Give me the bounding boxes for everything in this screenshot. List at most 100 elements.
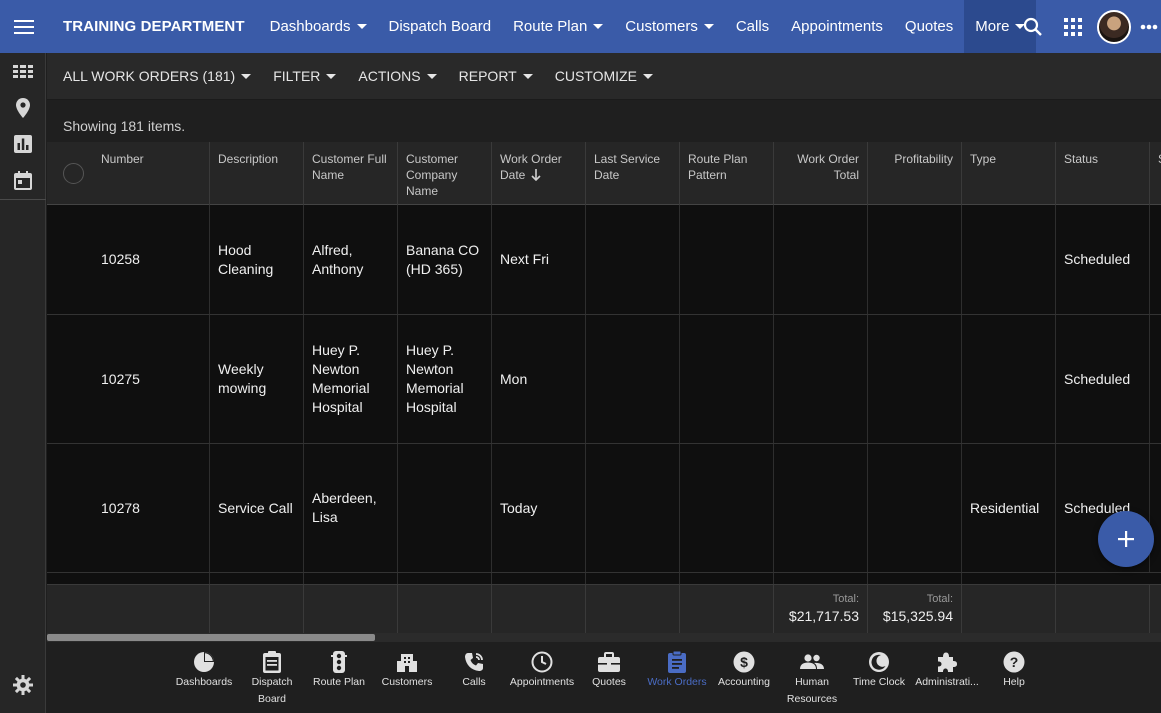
bottom-nav-calls[interactable]: Calls	[440, 650, 508, 691]
brand-title[interactable]: TRAINING DEPARTMENT	[63, 18, 245, 35]
column-header-customer-company-name[interactable]: Customer Company Name	[397, 142, 491, 205]
column-header-number[interactable]: Number	[93, 142, 209, 205]
nav-label: Customers	[625, 18, 698, 35]
traffic-light-icon	[305, 650, 373, 674]
apps-grid-icon[interactable]	[1053, 0, 1093, 53]
svg-text:?: ?	[1010, 654, 1019, 670]
work-order-toolbar: ALL WORK ORDERS (181) FILTER ACTIONS REP…	[47, 53, 1161, 100]
gear-icon[interactable]	[0, 667, 46, 703]
customize-label: CUSTOMIZE	[554, 68, 637, 84]
bottom-nav-label: Appointments	[509, 676, 575, 688]
column-header-type[interactable]: Type	[961, 142, 1055, 205]
report-button[interactable]: REPORT	[459, 68, 533, 84]
column-header-description[interactable]: Description	[209, 142, 303, 205]
bottom-nav-label: Time Clock	[852, 676, 906, 688]
horizontal-scrollbar[interactable]	[47, 633, 1161, 642]
cell-truncated	[1149, 444, 1161, 572]
bottom-nav-dispatch-board[interactable]: Dispatch Board	[238, 650, 306, 708]
bottom-nav-work-orders[interactable]: Work Orders	[643, 650, 711, 691]
nav-label: More	[975, 18, 1010, 35]
select-all-checkbox[interactable]	[63, 163, 84, 184]
help-icon: ?	[980, 650, 1048, 674]
table-row[interactable]: 10275 Weekly mowing Huey P. Newton Memor…	[47, 315, 1161, 444]
hamburger-menu-icon[interactable]	[0, 0, 47, 53]
nav-route-plan[interactable]: Route Plan	[502, 0, 614, 53]
cell-customer-full-name: Huey P. Newton Memorial Hospital	[303, 315, 397, 443]
search-icon[interactable]	[1013, 0, 1053, 53]
nav-customers[interactable]: Customers	[614, 0, 725, 53]
moon-clock-icon	[845, 650, 913, 674]
more-horizontal-icon[interactable]	[1137, 0, 1161, 53]
sort-descending-arrow-icon	[531, 169, 541, 182]
cell-type	[961, 315, 1055, 443]
calendar-icon[interactable]	[0, 162, 46, 198]
column-header-truncated[interactable]: S	[1149, 142, 1161, 205]
bottom-nav-route-plan[interactable]: Route Plan	[305, 650, 373, 691]
people-icon	[778, 650, 846, 674]
clipboard-icon	[238, 650, 306, 674]
nav-appointments[interactable]: Appointments	[780, 0, 894, 53]
bottom-nav-accounting[interactable]: $ Accounting	[710, 650, 778, 691]
column-header-work-order-total[interactable]: Work Order Total	[773, 142, 867, 205]
cell-number: 10278	[101, 499, 140, 516]
bottom-nav-appointments[interactable]: Appointments	[508, 650, 576, 691]
bar-chart-icon[interactable]	[0, 126, 46, 162]
table-body: 10258 Hood Cleaning Alfred, Anthony Bana…	[47, 205, 1161, 584]
caret-down-icon	[522, 73, 533, 79]
bottom-nav-administration[interactable]: Administrati...	[913, 650, 981, 691]
column-header-customer-full-name[interactable]: Customer Full Name	[303, 142, 397, 205]
column-label: Status	[1064, 152, 1099, 166]
nav-dashboards[interactable]: Dashboards	[259, 0, 378, 53]
column-header-work-order-date[interactable]: Work Order Date	[491, 142, 585, 205]
column-header-last-service-date[interactable]: Last Service Date	[585, 142, 679, 205]
bottom-nav-time-clock[interactable]: Time Clock	[845, 650, 913, 691]
nav-label: Route Plan	[513, 18, 588, 35]
bottom-nav-label: Customers	[381, 676, 433, 688]
bottom-nav-help[interactable]: ? Help	[980, 650, 1048, 691]
customize-button[interactable]: CUSTOMIZE	[555, 68, 653, 84]
filter-label: FILTER	[273, 68, 321, 84]
scrollbar-thumb[interactable]	[47, 634, 375, 641]
actions-button[interactable]: ACTIONS	[358, 68, 437, 84]
table-row[interactable]: 10278 Service Call Aberdeen, Lisa Today …	[47, 444, 1161, 573]
bottom-nav-label: Route Plan	[313, 676, 365, 688]
cell	[491, 573, 585, 584]
bottom-nav-label: Dashboards	[175, 676, 233, 688]
add-work-order-button[interactable]	[1098, 511, 1154, 567]
bottom-nav-quotes[interactable]: Quotes	[575, 650, 643, 691]
building-icon	[373, 650, 441, 674]
bottom-nav-label: Dispatch Board	[251, 676, 293, 705]
bottom-nav-customers[interactable]: Customers	[373, 650, 441, 691]
bottom-nav-dashboards[interactable]: Dashboards	[170, 650, 238, 691]
column-header-status[interactable]: Status	[1055, 142, 1149, 205]
cell-truncated	[1149, 205, 1161, 314]
top-navigation-bar: TRAINING DEPARTMENT Dashboards Dispatch …	[0, 0, 1161, 53]
nav-dispatch-board[interactable]: Dispatch Board	[378, 0, 503, 53]
grid-view-icon[interactable]	[0, 54, 46, 90]
caret-down-icon	[642, 73, 653, 79]
nav-calls[interactable]: Calls	[725, 0, 780, 53]
column-label: Number	[101, 152, 144, 166]
sidebar-divider	[0, 199, 46, 200]
dollar-icon: $	[710, 650, 778, 674]
cell-route-pattern	[679, 205, 773, 314]
view-selector-label: ALL WORK ORDERS (181)	[63, 68, 236, 84]
column-header-route-plan-pattern[interactable]: Route Plan Pattern	[679, 142, 773, 205]
nav-quotes[interactable]: Quotes	[894, 0, 964, 53]
filter-button[interactable]: FILTER	[273, 68, 337, 84]
cell	[867, 573, 961, 584]
map-pin-icon[interactable]	[0, 90, 46, 126]
cell-description: Weekly mowing	[209, 315, 303, 443]
table-row[interactable]: 10258 Hood Cleaning Alfred, Anthony Bana…	[47, 205, 1161, 315]
column-label: Type	[970, 152, 997, 166]
clipboard-list-icon	[643, 650, 711, 674]
column-header-profitability[interactable]: Profitability	[867, 142, 961, 205]
report-label: REPORT	[458, 68, 517, 84]
footer-cell	[303, 585, 397, 633]
footer-total-value: $15,325.94	[882, 608, 953, 624]
column-label: Customer Company Name	[406, 152, 459, 198]
bottom-nav-human-resources[interactable]: Human Resources	[778, 650, 846, 708]
view-selector[interactable]: ALL WORK ORDERS (181)	[63, 68, 252, 84]
avatar[interactable]	[1097, 9, 1131, 44]
column-label: Route Plan Pattern	[688, 152, 748, 182]
